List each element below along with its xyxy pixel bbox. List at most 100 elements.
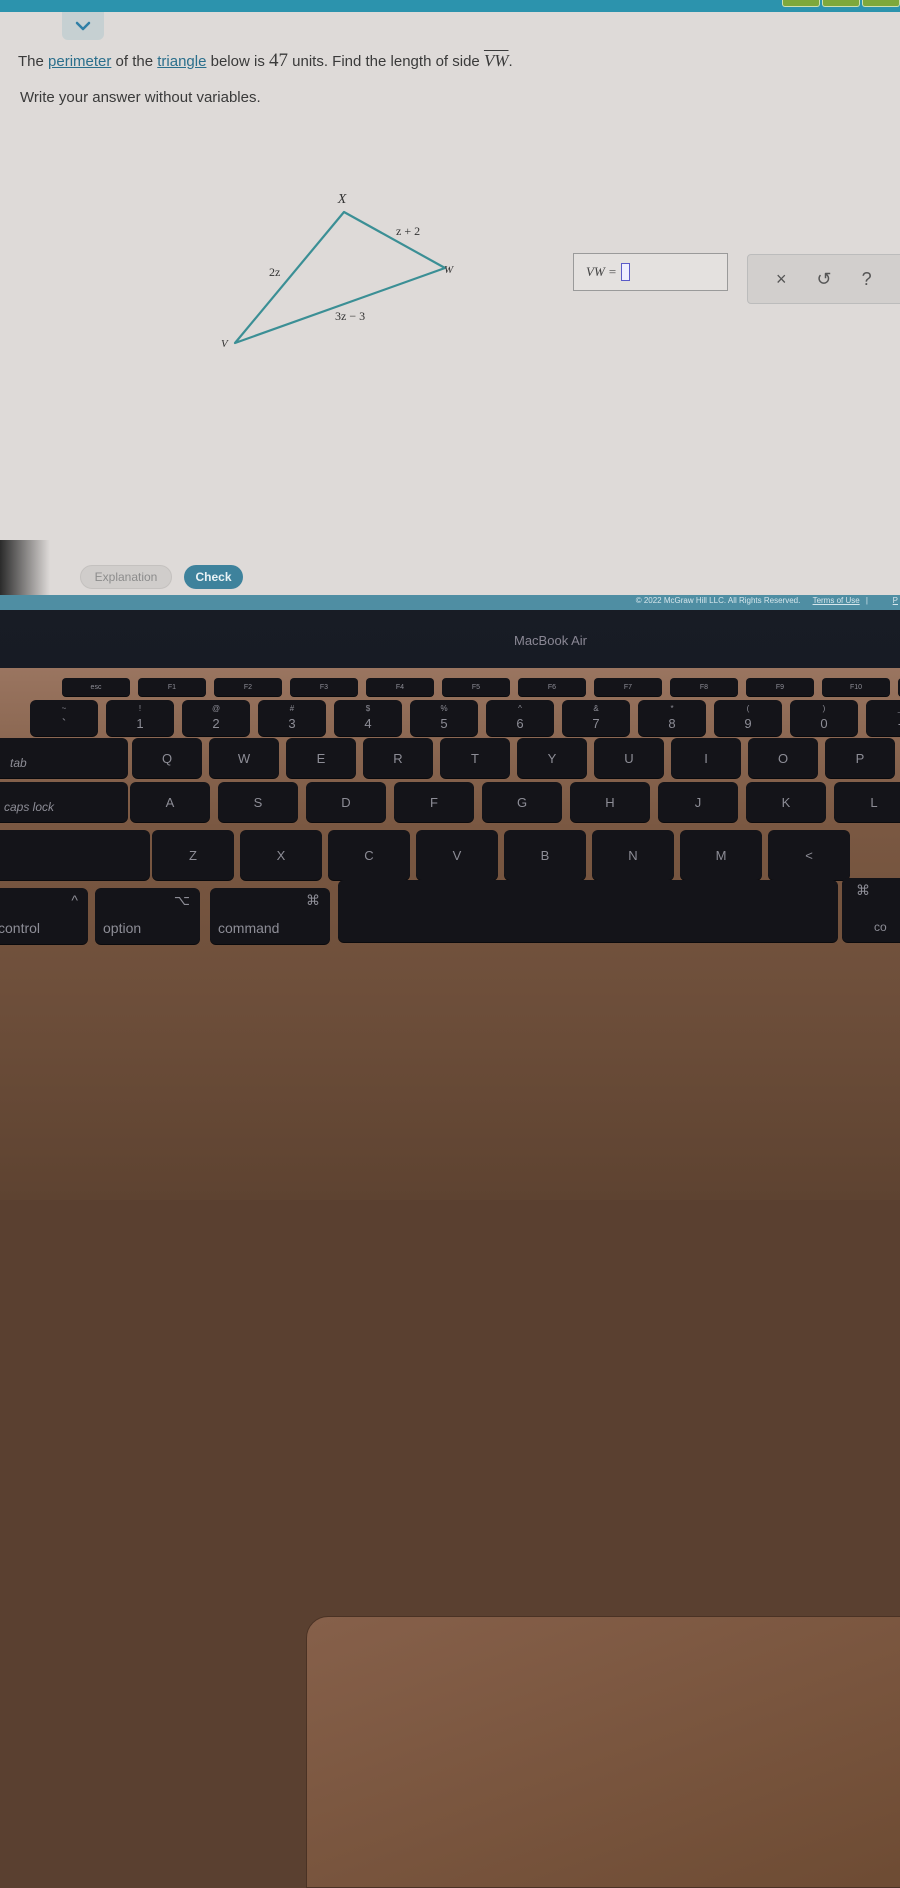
key-d[interactable]: D xyxy=(306,782,386,822)
key-f5[interactable]: F5 xyxy=(442,678,510,696)
key-u[interactable]: U xyxy=(594,738,664,778)
key-2[interactable]: @2 xyxy=(182,700,250,736)
explanation-label: Explanation xyxy=(94,570,158,584)
clear-icon[interactable]: × xyxy=(776,269,787,290)
key-n[interactable]: N xyxy=(592,830,674,880)
key-m[interactable]: M xyxy=(680,830,762,880)
key-4[interactable]: $4 xyxy=(334,700,402,736)
key-7[interactable]: & 7 xyxy=(562,700,630,736)
key-o[interactable]: O xyxy=(748,738,818,778)
key-f6[interactable]: F6 xyxy=(518,678,586,696)
terms-link[interactable]: Terms of Use xyxy=(813,596,860,605)
chevron-down-icon xyxy=(75,21,91,31)
key-option[interactable]: ⌥ option xyxy=(95,888,200,944)
question-mid: of the xyxy=(111,53,158,70)
key-label: 4 xyxy=(364,715,372,731)
explanation-button[interactable]: Explanation xyxy=(80,565,172,589)
key-`[interactable]: ~ ` xyxy=(30,700,98,736)
key-label: ` xyxy=(61,715,67,731)
key-command[interactable]: ⌘ command xyxy=(210,888,330,944)
triangle-link[interactable]: triangle xyxy=(157,53,206,70)
key-y[interactable]: Y xyxy=(517,738,587,778)
key-r[interactable]: R xyxy=(363,738,433,778)
instruction-text: Write your answer without variables. xyxy=(20,89,261,106)
key-shift-label: ^ xyxy=(518,704,522,713)
key-x[interactable]: X xyxy=(240,830,322,880)
key-w[interactable]: W xyxy=(209,738,279,778)
check-button[interactable]: Check xyxy=(184,565,243,589)
key-f3[interactable]: F3 xyxy=(290,678,358,696)
question-text: The perimeter of the triangle below is 4… xyxy=(18,50,513,72)
footer-text: © 2022 McGraw Hill LLC. All Rights Reser… xyxy=(636,596,898,605)
key-label: 9 xyxy=(744,715,752,731)
perimeter-link[interactable]: perimeter xyxy=(48,53,111,70)
key-shift-label: ~ xyxy=(61,704,67,713)
key-<[interactable]: < xyxy=(768,830,850,880)
key-f2[interactable]: F2 xyxy=(214,678,282,696)
key-1[interactable]: ! 1 xyxy=(106,700,174,736)
answer-input[interactable] xyxy=(620,263,630,281)
help-icon[interactable]: ? xyxy=(862,269,872,290)
key-9[interactable]: (9 xyxy=(714,700,782,736)
vertex-x-label: X xyxy=(337,192,347,207)
key-l[interactable]: L xyxy=(834,782,900,822)
key-f8[interactable]: F8 xyxy=(670,678,738,696)
key-label: caps lock xyxy=(4,800,55,814)
key-shift[interactable] xyxy=(0,830,150,880)
side-xw-label: z + 2 xyxy=(396,224,420,238)
key-g[interactable]: G xyxy=(482,782,562,822)
key-tab[interactable]: tab xyxy=(0,738,128,778)
privacy-link[interactable]: P xyxy=(893,596,898,605)
key-right-command[interactable]: ⌘ co xyxy=(842,878,900,942)
key-e[interactable]: E xyxy=(286,738,356,778)
footer-separator: | xyxy=(865,596,868,605)
key-symbol: ⌥ xyxy=(173,892,190,908)
key-z[interactable]: Z xyxy=(152,830,234,880)
progress-segment xyxy=(862,0,900,7)
key-f[interactable]: F xyxy=(394,782,474,822)
key--[interactable]: _- xyxy=(866,700,900,736)
key-f4[interactable]: F4 xyxy=(366,678,434,696)
key-f10[interactable]: F10 xyxy=(822,678,890,696)
key-3[interactable]: #3 xyxy=(258,700,326,736)
key-t[interactable]: T xyxy=(440,738,510,778)
key-f1[interactable]: F1 xyxy=(138,678,206,696)
key-j[interactable]: J xyxy=(658,782,738,822)
key-control[interactable]: ^ control xyxy=(0,888,88,944)
undo-icon[interactable]: ↺ xyxy=(817,269,832,290)
vertex-v-label: V xyxy=(221,338,229,350)
question-mid: below is xyxy=(206,53,269,70)
laptop-lid: The perimeter of the triangle below is 4… xyxy=(0,0,900,668)
key-label: 3 xyxy=(288,715,296,731)
key-label: 1 xyxy=(136,715,144,731)
key-f9[interactable]: F9 xyxy=(746,678,814,696)
key-i[interactable]: I xyxy=(671,738,741,778)
progress-indicator xyxy=(782,0,900,7)
key-c[interactable]: C xyxy=(328,830,410,880)
key-a[interactable]: A xyxy=(130,782,210,822)
collapse-toggle-button[interactable] xyxy=(62,12,104,40)
key-5[interactable]: % 5 xyxy=(410,700,478,736)
key-p[interactable]: P xyxy=(825,738,895,778)
question-prefix: The xyxy=(18,53,49,70)
key-q[interactable]: Q xyxy=(132,738,202,778)
key-0[interactable]: ) 0 xyxy=(790,700,858,736)
key-s[interactable]: S xyxy=(218,782,298,822)
key-f7[interactable]: F7 xyxy=(594,678,662,696)
key-v[interactable]: V xyxy=(416,830,498,880)
key-caps-lock[interactable]: caps lock xyxy=(0,782,128,822)
key-6[interactable]: ^ 6 xyxy=(486,700,554,736)
trackpad[interactable] xyxy=(306,1616,900,1888)
side-vx-label: 2z xyxy=(269,265,280,279)
key-shift-label: ( xyxy=(746,704,750,713)
key-k[interactable]: K xyxy=(746,782,826,822)
key-b[interactable]: B xyxy=(504,830,586,880)
key-h[interactable]: H xyxy=(570,782,650,822)
key-label: command xyxy=(218,920,280,936)
top-bar xyxy=(0,0,900,12)
key-shift-label: ) xyxy=(822,704,826,713)
key-esc[interactable]: esc xyxy=(62,678,130,696)
key-8[interactable]: * 8 xyxy=(638,700,706,736)
key-space[interactable] xyxy=(338,880,838,942)
key-label: 0 xyxy=(820,715,828,731)
